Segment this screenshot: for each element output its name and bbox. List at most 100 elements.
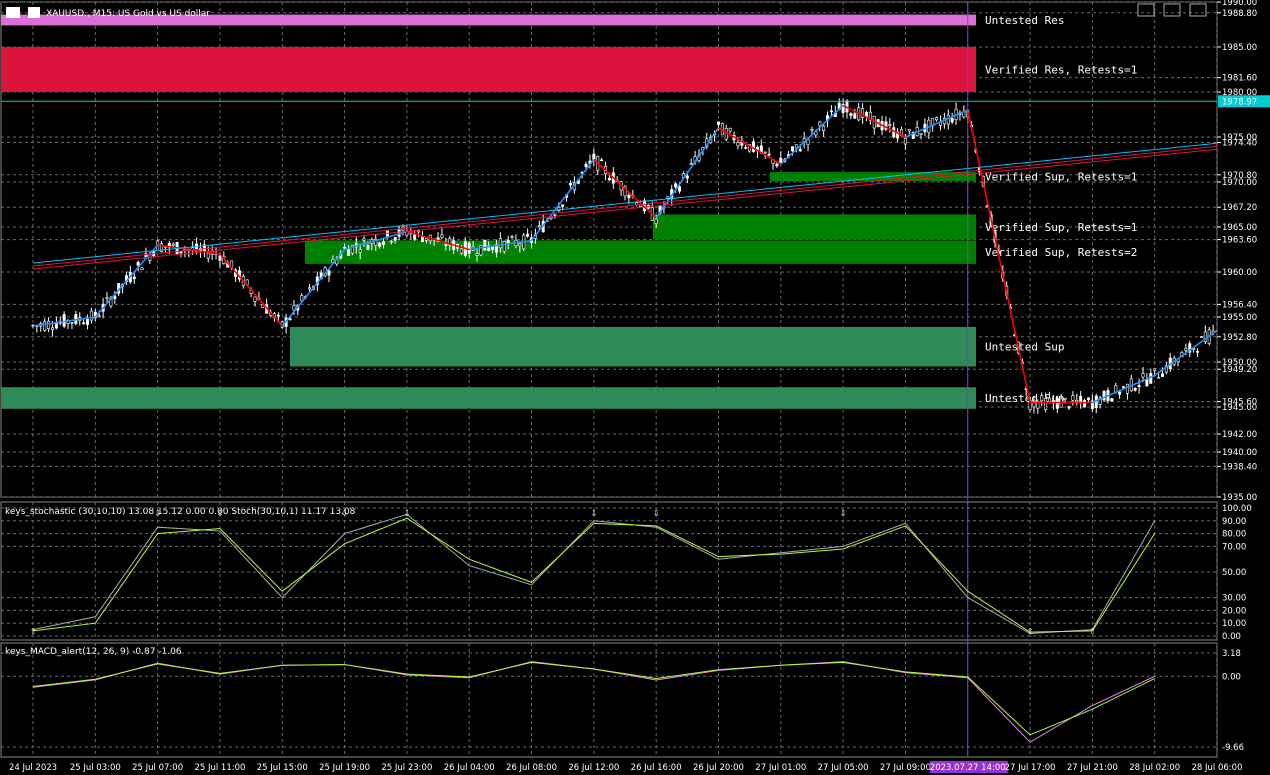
candle-body — [420, 236, 424, 243]
candle-body — [308, 287, 312, 290]
candle-body — [382, 241, 386, 245]
candle-body — [798, 148, 802, 152]
candle-body — [935, 117, 939, 121]
candle-body — [132, 276, 136, 280]
candle-body — [537, 225, 541, 228]
candle-body — [346, 248, 350, 256]
candle-body — [86, 319, 90, 325]
zone-label: Verified Sup, Retests=1 — [985, 171, 1137, 184]
restore-button[interactable] — [1163, 3, 1181, 17]
price-tick-label: 1956.40 — [1222, 300, 1257, 310]
candle-body — [62, 314, 66, 327]
candle-body — [818, 121, 822, 127]
zigzag-segment — [905, 109, 969, 138]
chart-grid-icon — [6, 7, 20, 18]
candle-body — [171, 243, 175, 246]
price-tick-label: 1985.00 — [1222, 43, 1257, 53]
price-tick-label: 1965.00 — [1222, 223, 1257, 233]
candle-body — [767, 153, 771, 156]
time-tick-label: 2023.07.27 14:00 — [930, 763, 1006, 773]
chart-canvas[interactable]: 1990.001988.801985.001981.601980.001975.… — [0, 0, 1270, 775]
zone-label: Untested Res — [985, 14, 1064, 27]
candle-body — [1199, 336, 1203, 338]
time-tick-label: 25 Jul 07:00 — [132, 763, 183, 773]
candle-body — [1044, 397, 1048, 410]
minimize-button[interactable] — [1137, 3, 1155, 17]
zigzag-segment — [1092, 374, 1156, 404]
candle-body — [300, 295, 304, 301]
candle-body — [1067, 406, 1071, 409]
candle-body — [1083, 400, 1087, 408]
stoch-tick-label: 20.00 — [1222, 606, 1246, 616]
candle-body — [1071, 395, 1075, 401]
macd-tick-label: 0.00 — [1222, 672, 1241, 682]
zone-label: Untested Sup — [985, 341, 1064, 354]
candle-body — [627, 194, 631, 199]
candle-body — [775, 163, 779, 167]
arrow-down-icon: ⇩ — [591, 506, 598, 519]
candle-body — [1160, 373, 1164, 377]
candle-body — [790, 146, 794, 152]
candle-body — [678, 186, 682, 192]
stoch-tick-label: 70.00 — [1222, 542, 1246, 552]
candle-body — [607, 177, 611, 181]
candle-body — [105, 297, 109, 299]
arrow-down-icon: ⇩ — [840, 506, 847, 519]
zone-label: Verified Sup, Retests=1 — [985, 221, 1137, 234]
candle-body — [1110, 398, 1114, 402]
zone-verified-res — [1, 47, 976, 92]
zigzag-segment — [219, 253, 283, 327]
candle-body — [440, 234, 444, 238]
candle-body — [849, 113, 853, 116]
candle-body — [358, 249, 362, 253]
candle-body — [1048, 397, 1052, 403]
arrow-up-icon: ⇧ — [1089, 624, 1096, 637]
price-tick-label: 1938.40 — [1222, 462, 1257, 472]
arrow-up-icon: ⇧ — [1027, 624, 1034, 637]
candle-body — [97, 315, 101, 318]
arrow-down-icon: ⇩ — [217, 506, 224, 519]
chart-type-icon[interactable] — [28, 7, 40, 18]
candle-body — [1079, 395, 1083, 403]
time-tick-label: 26 Jul 20:00 — [693, 763, 744, 773]
arrow-down-icon: ⇩ — [341, 506, 348, 519]
price-tick-label: 1970.00 — [1222, 178, 1257, 188]
candle-body — [853, 113, 857, 119]
zigzag-segment — [780, 104, 844, 165]
candle-body — [685, 175, 689, 179]
candle-body — [140, 267, 144, 270]
candle-body — [794, 144, 798, 149]
candle-body — [1036, 402, 1040, 409]
close-button[interactable] — [1189, 3, 1207, 17]
candle-body — [674, 183, 678, 188]
candle-body — [136, 261, 140, 266]
candle-body — [1133, 387, 1137, 391]
time-tick-label: 28 Jul 02:00 — [1129, 763, 1180, 773]
candle-body — [654, 218, 658, 224]
price-tick-label: 1940.00 — [1222, 448, 1257, 458]
candle-body — [47, 320, 51, 329]
candle-body — [498, 238, 502, 249]
candle-body — [276, 314, 280, 317]
time-tick-label: 25 Jul 11:00 — [194, 763, 245, 773]
candle-body — [584, 163, 588, 167]
candle-body — [600, 159, 604, 162]
current-price-label: 1978.97 — [1222, 97, 1257, 107]
candle-body — [1114, 385, 1118, 393]
candle-body — [666, 196, 670, 199]
candle-body — [950, 118, 954, 123]
candle-body — [82, 322, 86, 325]
candle-body — [343, 246, 347, 249]
candle-body — [378, 242, 382, 247]
chart-window[interactable]: 1990.00 1988.80 1985.00 1981.60 1980.00 1975.… — [0, 0, 1270, 775]
candle-body — [218, 255, 222, 261]
time-tick-label: 25 Jul 15:00 — [257, 763, 308, 773]
candle-body — [888, 124, 892, 126]
zone-untested-sup — [1, 387, 976, 409]
candle-body — [1153, 368, 1157, 371]
candle-body — [1122, 386, 1126, 388]
candle-body — [1196, 351, 1200, 353]
zone-untested-sup — [290, 326, 976, 367]
candle-body — [907, 129, 911, 132]
macd-title: keys_MACD_alert(12, 26, 9) -0.87 -1.06 — [5, 647, 182, 657]
